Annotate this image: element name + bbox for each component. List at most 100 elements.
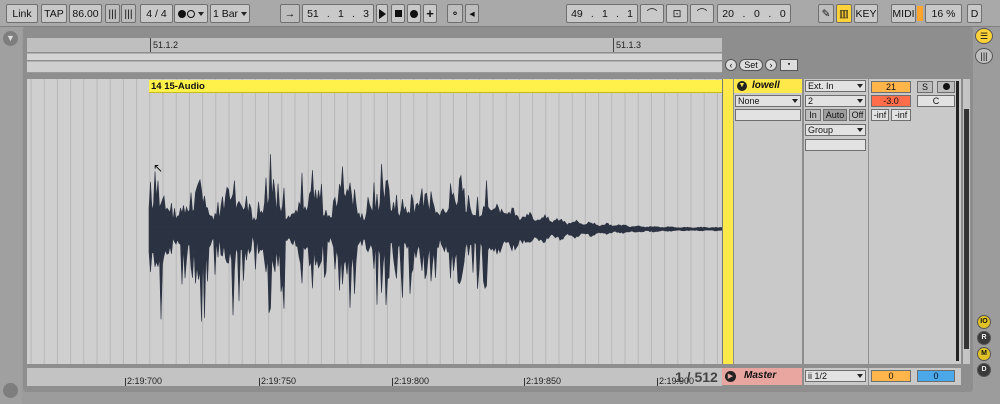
loop-button[interactable]: ⊡ (666, 4, 688, 23)
overdub-button[interactable]: + (423, 4, 437, 23)
follow-button[interactable]: → (280, 4, 300, 23)
audio-waveform (148, 154, 722, 322)
time-ruler-tick (259, 378, 260, 386)
time-signature[interactable]: 4 / 4 (140, 4, 173, 23)
lane-canvas (30, 79, 722, 364)
input-channel-select[interactable]: 2 (805, 95, 866, 107)
beat-time-ruler[interactable]: 51.1.2 51.1.3 (27, 38, 722, 52)
cpu-meter-fill (917, 6, 923, 21)
loop-length[interactable]: 20. 0. 0 (717, 4, 791, 23)
record-arm-icon (942, 83, 950, 90)
mouse-cursor-icon: ↖ (153, 161, 164, 175)
chevron-down-icon (792, 99, 798, 103)
master-fold-icon[interactable]: ▶ (725, 371, 736, 382)
master-name: Master (744, 370, 777, 381)
input-type-value: Ext. In (808, 81, 834, 91)
loop-start-sixteenth: 1 (627, 7, 633, 20)
level-meter (956, 81, 959, 361)
input-type-select[interactable]: Ext. In (805, 80, 866, 92)
track-lane[interactable]: ↖ (27, 79, 722, 364)
scrub-area[interactable] (27, 53, 722, 60)
output-channel-field[interactable] (805, 139, 866, 151)
time-ruler-label: 2:19:850 (526, 376, 562, 386)
cue-out-select[interactable]: ii 1/2 (805, 370, 866, 382)
record-button[interactable] (407, 4, 421, 23)
track-fold-icon[interactable]: ▼ (737, 81, 747, 91)
next-locator-button[interactable]: › (765, 59, 777, 71)
key-map-button[interactable]: KEY (854, 4, 878, 23)
vertical-scrollbar[interactable] (962, 79, 970, 364)
ruler-tick (150, 38, 151, 52)
delay-toggle-button[interactable]: D (977, 363, 991, 377)
io-toggle-button[interactable]: IO (977, 315, 991, 329)
chevron-down-icon (857, 374, 863, 378)
mixer-section: 21 S -3.0 C -inf -inf (869, 79, 961, 364)
master-pan-field[interactable]: 0 (917, 370, 955, 382)
input-channel-value: 2 (808, 96, 814, 106)
info-view-toggle-icon[interactable] (3, 383, 18, 398)
metronome-button[interactable] (174, 4, 208, 23)
loop-start-bar: 49 (571, 7, 583, 20)
loop-start-beat: 1 (602, 7, 608, 20)
track-activator-button[interactable]: 21 (871, 81, 911, 93)
midi-map-button[interactable]: MIDI (891, 4, 916, 23)
punch-in-button[interactable]: ⌒ (640, 4, 664, 23)
peak-right: -inf (891, 109, 911, 121)
monitor-input-field[interactable] (735, 109, 801, 121)
solo-button[interactable]: S (917, 81, 933, 93)
clip-overview-icon[interactable]: ▪ (780, 59, 798, 71)
arrangement-view-icon[interactable]: ☰ (975, 28, 993, 44)
automation-arm-button[interactable]: ⚬ (447, 4, 463, 23)
returns-toggle-button[interactable]: R (977, 331, 991, 345)
chevron-down-icon (857, 84, 863, 88)
monitor-off-button[interactable]: Off (849, 109, 866, 121)
arm-button[interactable] (937, 81, 955, 93)
monitor-input-select[interactable]: None (735, 95, 801, 107)
stop-button[interactable] (391, 4, 405, 23)
output-value: Group (808, 125, 834, 135)
time-ruler[interactable]: 1 / 512 2:19:700 2:19:750 2:19:800 2:19:850… (27, 368, 722, 386)
chevron-down-icon (857, 99, 863, 103)
chevron-down-icon (198, 11, 204, 16)
draw-mode-button[interactable]: ✎ (818, 4, 834, 23)
volume-field[interactable]: -3.0 (871, 95, 911, 107)
session-view-icon[interactable]: ||| (975, 48, 993, 64)
loop-length-bar: 20 (722, 7, 734, 20)
track-selection-strip[interactable] (722, 79, 733, 364)
set-locator-button[interactable]: Set (739, 59, 763, 71)
computer-keyboard-button[interactable]: ▥ (836, 4, 852, 23)
loop-start[interactable]: 49. 1. 1 (566, 4, 638, 23)
ruler-label: 51.1.3 (616, 40, 642, 50)
mixer-toggle-button[interactable]: M (977, 347, 991, 361)
nudge-down-icon[interactable]: ||| (105, 4, 120, 23)
time-ruler-label: 2:19:900 (659, 376, 695, 386)
left-strip: ▼ (0, 27, 22, 404)
nudge-up-icon[interactable]: ||| (121, 4, 136, 23)
prev-locator-button[interactable]: ‹ (725, 59, 737, 71)
browser-toggle-icon[interactable]: ▼ (3, 31, 18, 46)
time-ruler-tick (125, 378, 126, 386)
disk-overload-indicator: D (967, 4, 982, 23)
quantization-select[interactable]: 1 Bar (210, 4, 250, 23)
master-track-header[interactable]: ▶ Master (722, 368, 802, 385)
punch-out-button[interactable]: ⌒ (690, 4, 714, 23)
play-button[interactable] (376, 4, 388, 23)
peak-left: -inf (871, 109, 889, 121)
tap-button[interactable]: TAP (41, 4, 67, 23)
ruler-label: 51.1.2 (153, 40, 179, 50)
monitor-in-button[interactable]: In (805, 109, 821, 121)
tempo-field[interactable]: 86.00 (69, 4, 102, 23)
clip-title-bar[interactable]: 14 15-Audio (149, 80, 722, 93)
track-name: lowell (752, 80, 780, 91)
arrangement-position[interactable]: 51. 1. 3 (302, 4, 374, 23)
output-select[interactable]: Group (805, 124, 866, 136)
link-button[interactable]: Link (6, 4, 38, 23)
track-title-bar[interactable]: ▼ lowell (734, 79, 802, 93)
monitor-auto-button[interactable]: Auto (823, 109, 847, 121)
play-icon (378, 8, 386, 19)
back-to-arrangement-button[interactable]: ◂ (465, 4, 479, 23)
pan-field[interactable]: C (917, 95, 955, 107)
master-volume-field[interactable]: 0 (871, 370, 911, 382)
locator-lane[interactable] (27, 61, 722, 73)
scrollbar-thumb[interactable] (964, 109, 969, 349)
